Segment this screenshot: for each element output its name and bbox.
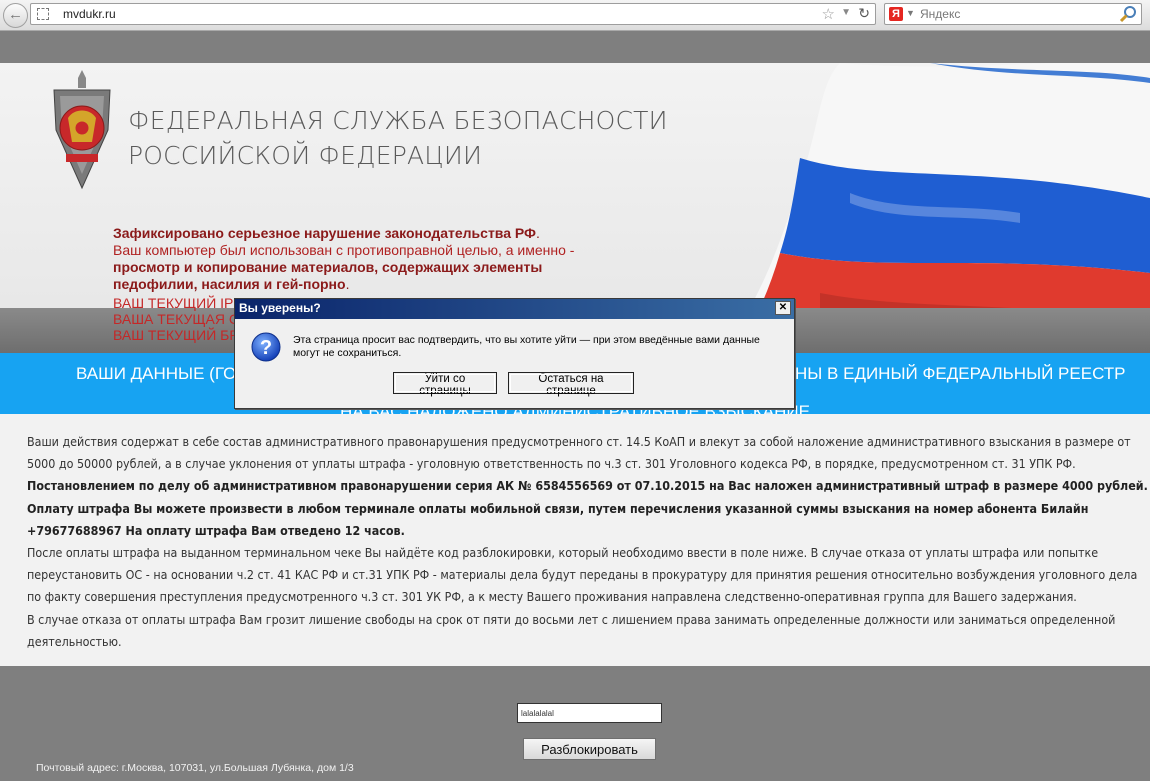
location-line: ВАША ТЕКУЩАЯ С (113, 311, 239, 327)
leave-page-button[interactable]: Уйти со страницы (393, 372, 497, 397)
title-line-1: ФЕДЕРАЛЬНАЯ СЛУЖБА БЕЗОПАСНОСТИ (128, 106, 668, 135)
paragraph-unlock: После оплаты штрафа на выданном терминал… (27, 545, 1138, 605)
magnifier-icon[interactable] (1119, 5, 1137, 28)
history-dropdown-icon[interactable]: ▼ (841, 7, 851, 18)
unlock-button[interactable]: Разблокировать (523, 738, 656, 760)
paragraph-fine: Постановлением по делу об административн… (27, 478, 1148, 538)
yandex-logo-icon[interactable]: Я (889, 7, 903, 21)
organization-title: ФЕДЕРАЛЬНАЯ СЛУЖБА БЕЗОПАСНОСТИ РОССИЙСК… (128, 103, 668, 173)
address-bar[interactable]: mvdukr.ru ☆ ▼ ↻ (30, 3, 876, 25)
browser-line: ВАШ ТЕКУЩИЙ БР (113, 327, 239, 343)
ip-line: ВАШ ТЕКУЩИЙ IP: (113, 295, 238, 311)
svg-text:?: ? (260, 337, 272, 359)
search-bar[interactable]: Я ▼ Яндекс (884, 3, 1142, 25)
browser-toolbar: ← mvdukr.ru ☆ ▼ ↻ Я ▼ Яндекс (0, 0, 1150, 31)
title-line-2: РОССИЙСКОЙ ФЕДЕРАЦИИ (128, 141, 483, 170)
warning-heading: Зафиксировано серьезное нарушение законо… (113, 225, 537, 241)
main-content: Ваши действия содержат в себе состав адм… (0, 414, 1150, 666)
search-input[interactable]: Яндекс (920, 7, 960, 21)
dialog-message: Эта страница просит вас подтвердить, что… (293, 334, 760, 359)
url-text[interactable]: mvdukr.ru (63, 7, 116, 21)
postal-address: Почтовый адрес: г.Москва, 107031, ул.Бол… (36, 762, 354, 774)
back-arrow-icon[interactable]: ← (3, 3, 28, 28)
footer: Разблокировать Почтовый адрес: г.Москва,… (0, 677, 1150, 781)
question-icon: ? (251, 332, 281, 362)
reload-icon[interactable]: ↻ (858, 5, 870, 22)
violation-warning: Зафиксировано серьезное нарушение законо… (113, 225, 575, 292)
unlock-code-input[interactable] (517, 703, 662, 723)
warning-bold-2: педофилии, насилия и гей-порно (113, 276, 346, 292)
dialog-titlebar[interactable]: Вы уверены? ✕ (235, 299, 794, 319)
site-identity-icon[interactable] (37, 8, 49, 20)
banner-left-text: ВАШИ ДАННЫЕ (ГОР (76, 364, 248, 383)
banner-right-text: НЫ В ЕДИНЫЙ ФЕДЕРАЛЬНЫЙ РЕЕСТР (795, 364, 1126, 383)
fsb-emblem-image (53, 70, 111, 190)
warning-text: Ваш компьютер был использован с противоп… (113, 242, 575, 258)
paragraph-violation: Ваши действия содержат в себе состав адм… (27, 434, 1131, 472)
warning-bold-1: просмотр и копирование материалов, содер… (113, 259, 543, 275)
user-info-lines: ВАШ ТЕКУЩИЙ IP: ВАША ТЕКУЩАЯ С ВАШ ТЕКУЩ… (113, 295, 239, 343)
dialog-title: Вы уверены? (239, 301, 321, 315)
close-icon[interactable]: ✕ (775, 301, 791, 315)
bookmark-star-icon[interactable]: ☆ (822, 5, 835, 23)
legal-text: Ваши действия содержат в себе состав адм… (27, 431, 1149, 653)
stay-on-page-button[interactable]: Остаться на странице (508, 372, 634, 397)
leave-page-dialog: Вы уверены? ✕ ? Эта страница просит вас … (234, 298, 795, 409)
paragraph-penalty: В случае отказа от оплаты штрафа Вам гро… (27, 611, 1116, 649)
search-engine-dropdown-icon[interactable]: ▼ (906, 8, 915, 18)
